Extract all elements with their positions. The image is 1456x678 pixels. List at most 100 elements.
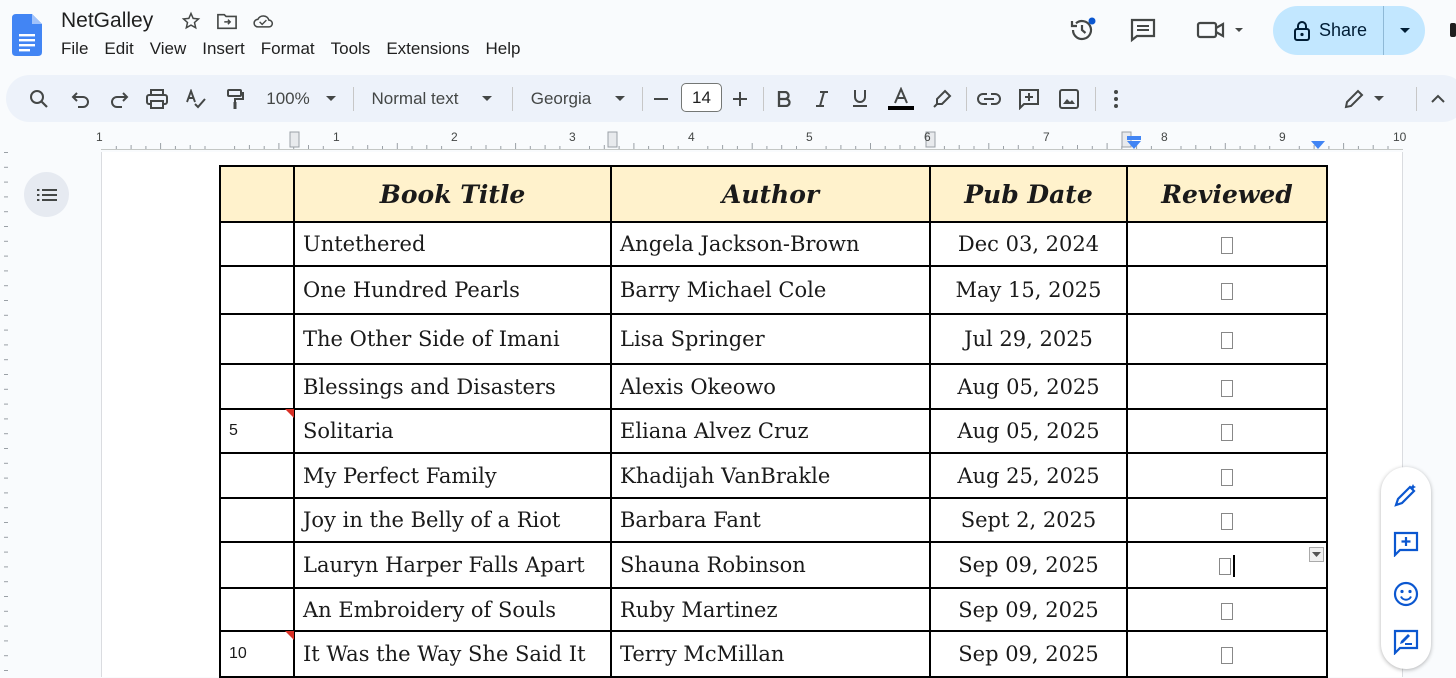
share-dropdown-icon[interactable] bbox=[1384, 27, 1425, 35]
menu-insert[interactable]: Insert bbox=[194, 38, 253, 60]
editing-mode-select[interactable] bbox=[1338, 75, 1390, 122]
font-size-input[interactable]: 14 bbox=[681, 83, 722, 112]
header-cell-author[interactable]: Author bbox=[610, 165, 931, 223]
menu-tools[interactable]: Tools bbox=[323, 38, 379, 60]
row-number-cell[interactable] bbox=[219, 541, 295, 589]
comment-indicator[interactable] bbox=[285, 631, 294, 640]
highlight-color-icon[interactable] bbox=[928, 75, 956, 122]
reviewed-cell[interactable] bbox=[1126, 497, 1328, 543]
reviewed-checkbox[interactable] bbox=[1221, 602, 1233, 620]
book-title-cell[interactable]: The Other Side of Imani bbox=[293, 313, 612, 365]
menu-edit[interactable]: Edit bbox=[96, 38, 141, 60]
pub-date-cell[interactable]: Aug 25, 2025 bbox=[929, 452, 1128, 499]
book-title-cell[interactable]: Lauryn Harper Falls Apart bbox=[293, 541, 612, 589]
paragraph-style-select[interactable]: Normal text bbox=[366, 75, 498, 122]
author-cell[interactable]: Barry Michael Cole bbox=[610, 265, 931, 315]
search-menus-icon[interactable] bbox=[24, 75, 54, 122]
book-title-cell[interactable]: Solitaria bbox=[293, 408, 612, 454]
version-history-icon[interactable] bbox=[1066, 14, 1098, 46]
row-number-cell[interactable] bbox=[219, 313, 295, 365]
text-color-icon[interactable] bbox=[886, 75, 916, 122]
reviewed-checkbox[interactable] bbox=[1221, 237, 1233, 254]
suggest-edits-icon[interactable] bbox=[1391, 627, 1421, 657]
menu-format[interactable]: Format bbox=[253, 38, 323, 60]
share-button[interactable]: Share bbox=[1273, 6, 1425, 55]
help-me-write-icon[interactable] bbox=[1391, 480, 1421, 510]
reviewed-checkbox[interactable] bbox=[1221, 332, 1233, 349]
row-number-cell[interactable]: 10 bbox=[219, 630, 295, 678]
book-title-cell[interactable]: Joy in the Belly of a Riot bbox=[293, 497, 612, 543]
insert-link-icon[interactable] bbox=[974, 75, 1004, 122]
reviewed-checkbox[interactable] bbox=[1221, 379, 1233, 397]
reviewed-cell[interactable] bbox=[1126, 541, 1328, 589]
menu-file[interactable]: File bbox=[53, 38, 96, 60]
more-options-icon[interactable] bbox=[1104, 75, 1128, 122]
spellcheck-icon[interactable] bbox=[181, 75, 211, 122]
reviewed-cell[interactable] bbox=[1126, 363, 1328, 410]
comments-icon[interactable] bbox=[1127, 14, 1159, 46]
header-cell-number[interactable] bbox=[219, 165, 295, 223]
book-title-cell[interactable]: One Hundred Pearls bbox=[293, 265, 612, 315]
star-icon[interactable] bbox=[180, 10, 202, 32]
row-number-cell[interactable] bbox=[219, 452, 295, 499]
book-title-cell[interactable]: An Embroidery of Souls bbox=[293, 587, 612, 632]
docs-logo-icon[interactable] bbox=[12, 14, 42, 56]
author-cell[interactable]: Terry McMillan bbox=[610, 630, 931, 678]
reviewed-cell[interactable] bbox=[1126, 265, 1328, 315]
pub-date-cell[interactable]: Dec 03, 2024 bbox=[929, 221, 1128, 267]
reviewed-cell[interactable] bbox=[1126, 408, 1328, 454]
increase-font-size-icon[interactable] bbox=[728, 75, 752, 122]
font-family-select[interactable]: Georgia bbox=[526, 75, 630, 122]
zoom-select[interactable]: 100% bbox=[260, 75, 342, 122]
redo-icon[interactable] bbox=[104, 75, 134, 122]
author-cell[interactable]: Eliana Alvez Cruz bbox=[610, 408, 931, 454]
header-cell-reviewed[interactable]: Reviewed bbox=[1126, 165, 1328, 223]
reviewed-checkbox[interactable] bbox=[1221, 283, 1233, 300]
author-cell[interactable]: Lisa Springer bbox=[610, 313, 931, 365]
reviewed-checkbox[interactable] bbox=[1221, 513, 1233, 530]
comment-indicator[interactable] bbox=[285, 409, 294, 418]
pub-date-cell[interactable]: May 15, 2025 bbox=[929, 265, 1128, 315]
pub-date-cell[interactable]: Sep 09, 2025 bbox=[929, 630, 1128, 678]
books-table[interactable]: Book Title Author Pub Date Reviewed Unte… bbox=[219, 165, 1328, 678]
pub-date-cell[interactable]: Aug 05, 2025 bbox=[929, 408, 1128, 454]
pub-date-cell[interactable]: Sept 2, 2025 bbox=[929, 497, 1128, 543]
row-number-cell[interactable] bbox=[219, 221, 295, 267]
meet-icon[interactable] bbox=[1193, 14, 1249, 46]
bold-icon[interactable] bbox=[772, 75, 796, 122]
row-number-cell[interactable]: 5 bbox=[219, 408, 295, 454]
insert-image-icon[interactable] bbox=[1054, 75, 1084, 122]
menu-view[interactable]: View bbox=[142, 38, 195, 60]
author-cell[interactable]: Alexis Okeowo bbox=[610, 363, 931, 410]
collapse-menus-icon[interactable] bbox=[1426, 75, 1450, 122]
book-title-cell[interactable]: It Was the Way She Said It bbox=[293, 630, 612, 678]
decrease-font-size-icon[interactable] bbox=[650, 75, 672, 122]
author-cell[interactable]: Ruby Martinez bbox=[610, 587, 931, 632]
document-title[interactable]: NetGalley bbox=[61, 9, 153, 33]
menu-extensions[interactable]: Extensions bbox=[378, 38, 477, 60]
print-icon[interactable] bbox=[142, 75, 172, 122]
add-comment-side-icon[interactable] bbox=[1391, 529, 1421, 559]
pub-date-cell[interactable]: Jul 29, 2025 bbox=[929, 313, 1128, 365]
book-title-cell[interactable]: Untethered bbox=[293, 221, 612, 267]
reviewed-checkbox[interactable] bbox=[1221, 424, 1233, 441]
author-cell[interactable]: Angela Jackson-Brown bbox=[610, 221, 931, 267]
paint-format-icon[interactable] bbox=[220, 75, 250, 122]
reviewed-cell[interactable] bbox=[1126, 587, 1328, 632]
row-number-cell[interactable] bbox=[219, 587, 295, 632]
horizontal-ruler[interactable]: 1 1 2 3 4 5 6 7 8 9 10 bbox=[0, 129, 1456, 151]
account-avatar-partial[interactable] bbox=[1446, 14, 1456, 46]
row-number-cell[interactable] bbox=[219, 265, 295, 315]
cell-dropdown-icon[interactable] bbox=[1309, 547, 1324, 562]
underline-icon[interactable] bbox=[848, 75, 872, 122]
add-comment-icon[interactable] bbox=[1014, 75, 1044, 122]
pub-date-cell[interactable]: Sep 09, 2025 bbox=[929, 541, 1128, 589]
emoji-reaction-icon[interactable] bbox=[1391, 579, 1421, 609]
book-title-cell[interactable]: My Perfect Family bbox=[293, 452, 612, 499]
pub-date-cell[interactable]: Aug 05, 2025 bbox=[929, 363, 1128, 410]
reviewed-checkbox[interactable] bbox=[1219, 557, 1231, 575]
move-folder-icon[interactable] bbox=[216, 10, 238, 32]
reviewed-cell[interactable] bbox=[1126, 630, 1328, 678]
vertical-ruler[interactable] bbox=[0, 152, 8, 677]
pub-date-cell[interactable]: Sep 09, 2025 bbox=[929, 587, 1128, 632]
